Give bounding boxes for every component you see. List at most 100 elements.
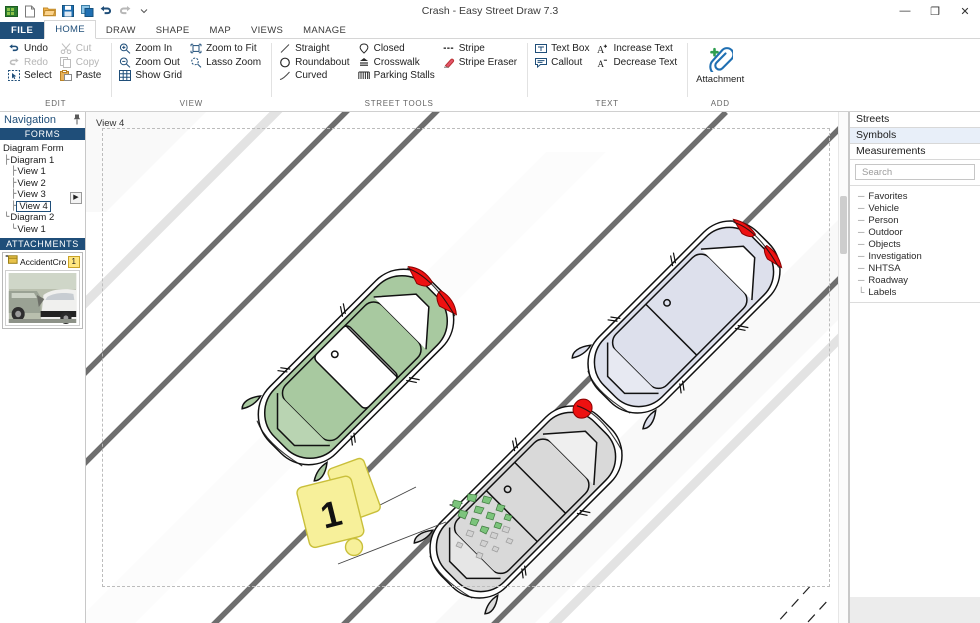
cut-label: Cut <box>75 43 92 55</box>
undo-button[interactable]: Undo <box>5 42 57 56</box>
callout-button[interactable]: Callout <box>532 56 594 70</box>
tree-expand-arrow-icon[interactable]: ▶ <box>70 192 82 204</box>
undo-icon[interactable] <box>99 4 113 18</box>
tab-home[interactable]: HOME <box>44 20 96 39</box>
cut-button[interactable]: Cut <box>57 42 107 56</box>
select-button[interactable]: Select <box>5 69 57 83</box>
ribbon: Undo Redo Select Cut Copy Paste EDIT Zoo… <box>0 39 980 112</box>
closed-button[interactable]: Closed <box>355 42 440 56</box>
paste-label: Paste <box>75 70 102 82</box>
increase-text-button[interactable]: A Increase Text <box>594 42 682 56</box>
tree-item-diagram-form[interactable]: Diagram Form <box>2 143 85 155</box>
symbol-category-favorites[interactable]: ─ Favorites <box>858 190 980 202</box>
curved-button[interactable]: Curved <box>276 69 355 83</box>
zoom-in-button[interactable]: Zoom In <box>116 42 187 56</box>
pin-icon[interactable] <box>73 114 81 127</box>
navigation-panel-filler <box>0 331 85 623</box>
tab-draw[interactable]: DRAW <box>96 22 146 39</box>
attachment-thumbnail[interactable] <box>5 270 80 326</box>
zoom-out-button[interactable]: Zoom Out <box>116 56 187 70</box>
symbol-category-nhtsa[interactable]: ─ NHTSA <box>858 262 980 274</box>
tree-item-diagram-2[interactable]: └ Diagram 2 <box>2 212 85 224</box>
tab-file[interactable]: FILE <box>0 22 45 39</box>
redo-icon <box>8 56 20 68</box>
accordion-streets[interactable]: Streets <box>850 112 980 128</box>
decrease-text-label: Decrease Text <box>613 56 678 68</box>
attachment-card[interactable]: AccidentCropp... 1 <box>2 252 83 329</box>
canvas-vertical-scrollbar[interactable] <box>838 112 848 623</box>
stripe-button[interactable]: Stripe <box>440 42 522 56</box>
tree-item-label: Diagram 2 <box>10 212 55 223</box>
scrollbar-thumb[interactable] <box>840 196 847 254</box>
lasso-zoom-button[interactable]: Lasso Zoom <box>187 56 266 70</box>
save-as-icon[interactable] <box>80 4 94 18</box>
redo-button[interactable]: Redo <box>5 56 57 70</box>
symbols-panel-footer <box>850 597 980 623</box>
parking-stalls-icon <box>357 70 370 82</box>
crosswalk-icon <box>358 56 370 68</box>
tab-manage[interactable]: MANAGE <box>293 22 356 39</box>
copy-icon <box>59 56 72 68</box>
symbol-category-roadway[interactable]: ─ Roadway <box>858 274 980 286</box>
callout-label: Callout <box>551 56 583 68</box>
symbol-category-outdoor[interactable]: ─ Outdoor <box>858 226 980 238</box>
roundabout-button[interactable]: Roundabout <box>276 56 355 70</box>
maximize-button[interactable]: ❐ <box>920 0 950 22</box>
curved-line-icon <box>279 70 291 82</box>
tree-item-diagram2-view-1[interactable]: └ View 1 <box>2 224 85 236</box>
close-button[interactable]: ✕ <box>950 0 980 22</box>
workspace: Navigation FORMS Diagram Form ├ Diagram … <box>0 112 980 623</box>
symbol-category-investigation[interactable]: ─ Investigation <box>858 250 980 262</box>
search-input[interactable] <box>860 165 970 179</box>
parking-stalls-button[interactable]: Parking Stalls <box>355 69 440 83</box>
ribbon-group-label-add: ADD <box>710 99 730 108</box>
app-icon[interactable] <box>4 4 18 18</box>
attachment-button[interactable]: Attachment <box>692 44 748 85</box>
tab-views[interactable]: VIEWS <box>241 22 293 39</box>
symbol-category-tree: ─ Favorites ─ Vehicle ─ Person ─ Outdoor… <box>850 185 980 298</box>
stripe-eraser-button[interactable]: Stripe Eraser <box>440 56 522 70</box>
save-icon[interactable] <box>61 4 75 18</box>
symbol-category-labels[interactable]: └ Labels <box>858 286 980 298</box>
ribbon-group-street-tools: Straight Roundabout Curved Closed Crossw… <box>271 39 527 111</box>
select-label: Select <box>24 70 52 82</box>
show-grid-button[interactable]: Show Grid <box>116 69 187 83</box>
crosswalk-button[interactable]: Crosswalk <box>355 56 440 70</box>
tree-item-view-1[interactable]: ├ View 1 <box>2 166 85 178</box>
text-box-icon <box>535 43 548 55</box>
text-box-button[interactable]: Text Box <box>532 42 594 56</box>
redo-icon[interactable] <box>118 4 132 18</box>
roundabout-icon <box>279 56 291 68</box>
open-icon[interactable] <box>42 4 56 18</box>
increase-text-label: Increase Text <box>613 43 673 55</box>
decrease-text-button[interactable]: A Decrease Text <box>594 56 682 70</box>
tree-dash-icon: ─ <box>858 215 865 225</box>
straight-line-icon <box>279 43 291 55</box>
tab-map[interactable]: MAP <box>199 22 241 39</box>
zoom-to-fit-button[interactable]: Zoom to Fit <box>187 42 266 56</box>
symbol-category-person[interactable]: ─ Person <box>858 214 980 226</box>
diagram-canvas[interactable]: 1 View 4 <box>86 112 849 623</box>
crosswalk-label: Crosswalk <box>373 56 420 68</box>
zoom-out-label: Zoom Out <box>135 56 180 68</box>
stripe-eraser-icon <box>443 56 455 68</box>
copy-button[interactable]: Copy <box>57 56 107 70</box>
accordion-symbols[interactable]: Symbols <box>850 128 980 144</box>
new-icon[interactable] <box>23 4 37 18</box>
tab-shape[interactable]: SHAPE <box>146 22 200 39</box>
accordion-measurements[interactable]: Measurements <box>850 144 980 160</box>
stripe-icon <box>443 43 455 55</box>
symbol-category-vehicle[interactable]: ─ Vehicle <box>858 202 980 214</box>
tree-item-diagram-1[interactable]: ├ Diagram 1 <box>2 155 85 167</box>
tree-dash-icon: ─ <box>858 263 865 273</box>
customize-qat-icon[interactable] <box>137 4 151 18</box>
symbol-category-objects[interactable]: ─ Objects <box>858 238 980 250</box>
paste-button[interactable]: Paste <box>57 69 107 83</box>
attachments-body: AccidentCropp... 1 <box>0 250 85 331</box>
symbol-search-box[interactable] <box>855 164 975 180</box>
ribbon-tab-bar: FILE HOME DRAW SHAPE MAP VIEWS MANAGE <box>0 20 980 39</box>
minimize-button[interactable]: — <box>890 0 920 22</box>
tree-item-view-2[interactable]: ├ View 2 <box>2 178 85 190</box>
attachment-label: Attachment <box>696 74 745 85</box>
straight-button[interactable]: Straight <box>276 42 355 56</box>
